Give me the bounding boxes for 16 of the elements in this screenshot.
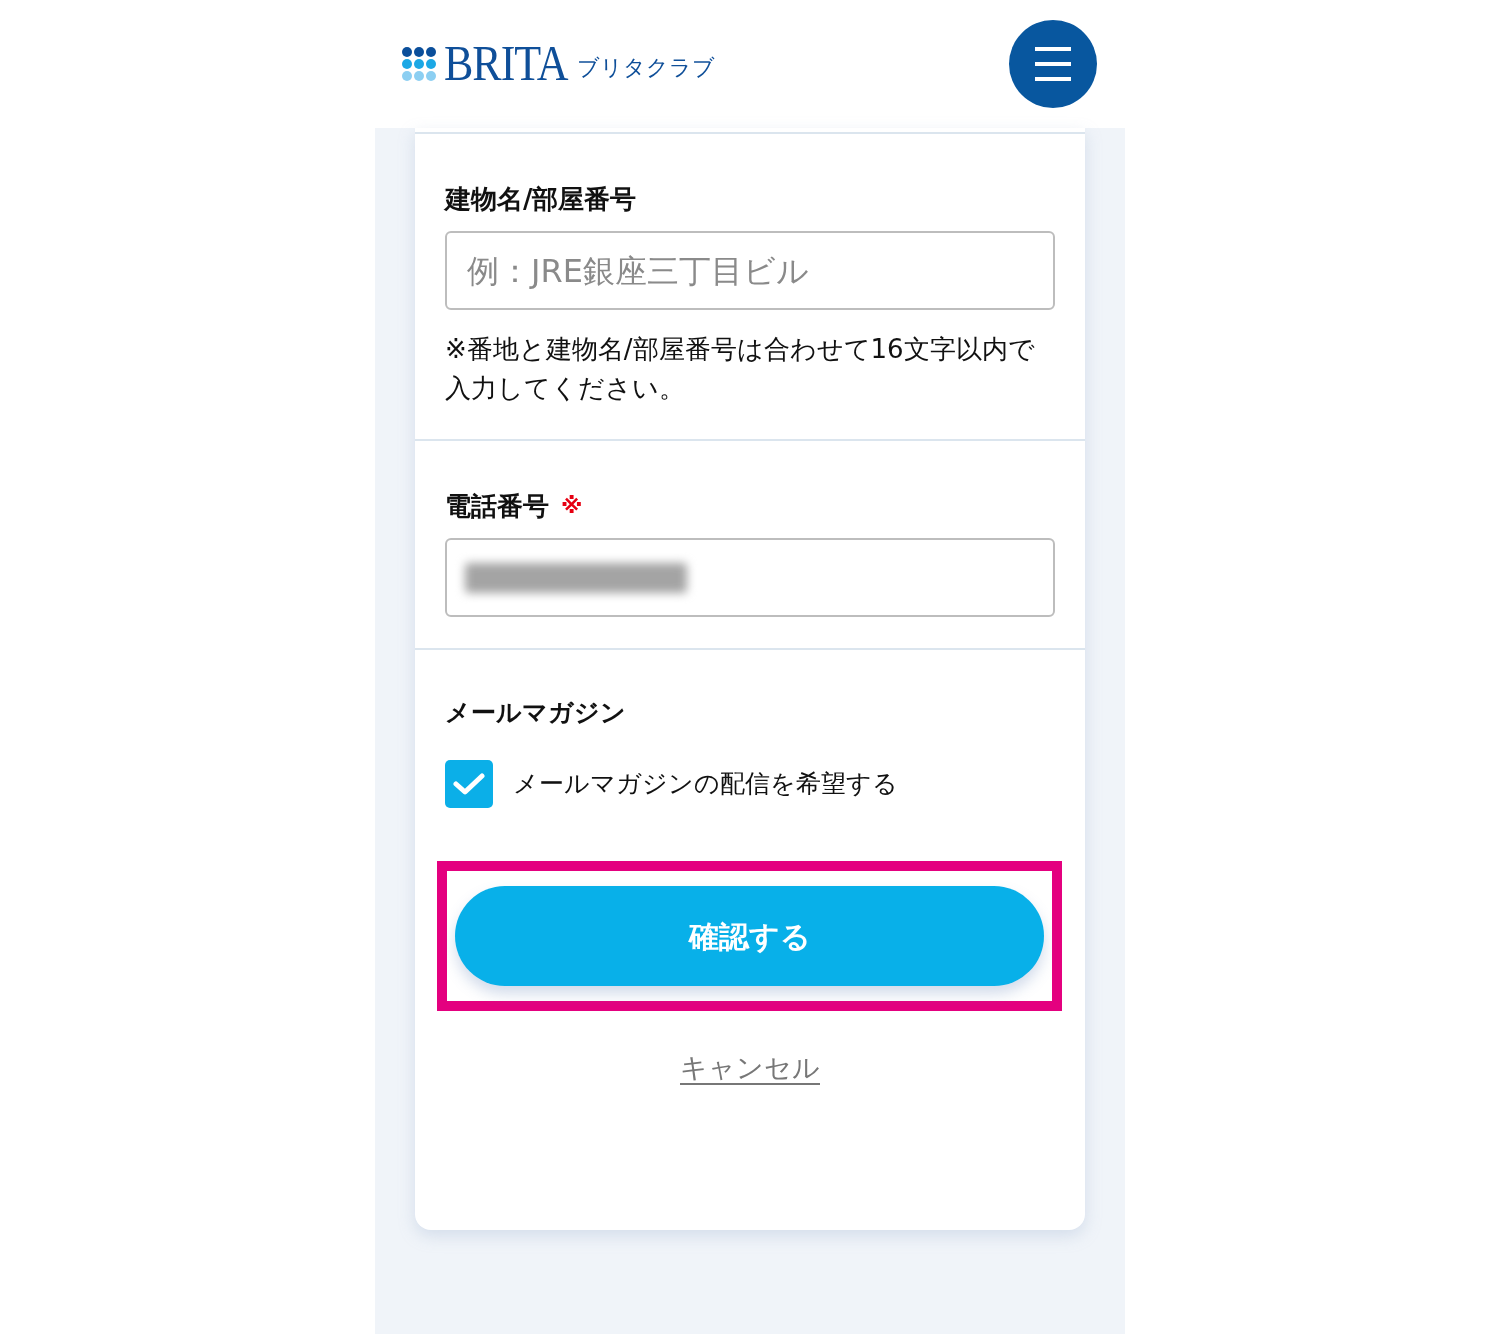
logo-wordmark: BRITA: [444, 38, 568, 90]
section-heading: メールマガジン: [445, 697, 626, 729]
menu-icon: [1035, 47, 1071, 81]
field-label: 電話番号: [445, 490, 549, 523]
logo-tagline: ブリタクラブ: [577, 57, 716, 79]
input-field[interactable]: 例：JRE銀座三丁目ビル: [445, 231, 1055, 310]
checkbox-label: メールマガジンの配信を希望する: [513, 768, 898, 800]
field-label: 建物名/部屋番号: [445, 183, 637, 216]
input-field[interactable]: [445, 538, 1055, 617]
cancel-link[interactable]: キャンセル: [680, 1049, 820, 1087]
logo-icon: [402, 47, 436, 81]
confirm-button[interactable]: 確認する: [455, 886, 1044, 986]
checkmark-icon: [453, 772, 485, 796]
checkbox[interactable]: [445, 760, 493, 808]
required-mark: ※: [561, 492, 583, 520]
field-note: ※番地と建物名/部屋番号は合わせて16文字以内で入力してください。: [445, 333, 1036, 405]
